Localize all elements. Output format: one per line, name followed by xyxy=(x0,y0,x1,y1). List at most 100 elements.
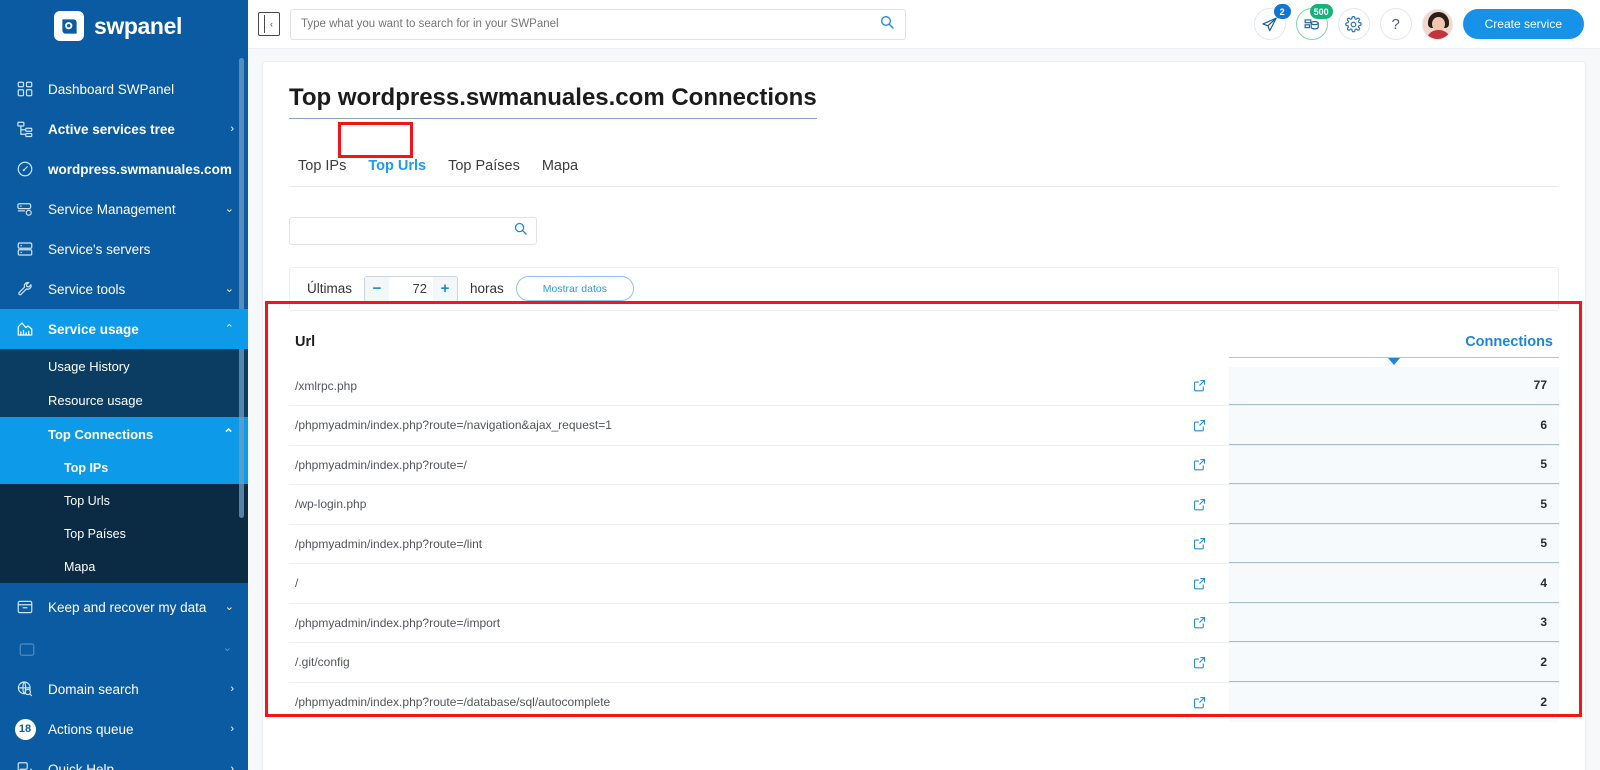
server-stack-icon xyxy=(10,240,40,258)
question-mark-icon: ? xyxy=(1391,15,1400,33)
globe-search-icon xyxy=(10,680,40,698)
sidebar-item-top-ips[interactable]: Top IPs xyxy=(0,451,248,484)
search-input[interactable] xyxy=(301,18,879,30)
cell-connections: 77 xyxy=(1229,366,1559,406)
sidebar-item-label: Quick Help xyxy=(48,761,115,770)
usage-chart-icon xyxy=(10,320,40,338)
sidebar-nav: Dashboard SWPanel Active services tree › xyxy=(0,69,248,770)
sidebar-item-partially-hidden[interactable]: ⌄ xyxy=(0,627,248,669)
tab-top-ips[interactable]: Top IPs xyxy=(289,155,355,177)
gear-icon xyxy=(1345,15,1362,32)
column-header-connections[interactable]: Connections xyxy=(1465,334,1559,350)
sidebar-item-label: Service's servers xyxy=(48,241,151,257)
connections-table: Url Connections /xmlrpc.php 77/phpmyadmin… xyxy=(289,327,1559,723)
external-link-icon[interactable] xyxy=(1169,604,1229,643)
sidebar-item-dashboard[interactable]: Dashboard SWPanel xyxy=(0,69,248,109)
sidebar-item-quick-help[interactable]: Quick Help › xyxy=(0,749,248,770)
table-filter-search[interactable] xyxy=(289,216,537,245)
sidebar-item-keep-recover-data[interactable]: Keep and recover my data ⌄ xyxy=(0,587,248,627)
column-header-url[interactable]: Url xyxy=(289,334,315,350)
avatar-body xyxy=(1425,29,1451,39)
table-body: /xmlrpc.php 77/phpmyadmin/index.php?route… xyxy=(289,366,1559,723)
avatar[interactable] xyxy=(1421,8,1453,40)
queue-badge-icon: 18 xyxy=(10,718,40,740)
wrench-icon xyxy=(10,280,40,298)
sidebar-subnav-top-connections: Top IPs Top Urls Top Países Mapa xyxy=(0,451,248,583)
messages-badge: 2 xyxy=(1273,4,1291,19)
sidebar-item-label: Active services tree xyxy=(48,121,175,137)
external-link-icon[interactable] xyxy=(1169,367,1229,406)
sidebar-item-label: Service tools xyxy=(48,281,126,297)
external-link-icon[interactable] xyxy=(1169,564,1229,603)
tab-top-urls[interactable]: Top Urls xyxy=(359,155,435,177)
sidebar-item-active-services-tree[interactable]: Active services tree › xyxy=(0,109,248,149)
hours-decrement-button[interactable]: − xyxy=(365,276,390,301)
cell-connections: 5 xyxy=(1229,485,1559,524)
sidebar-item-actions-queue[interactable]: 18 Actions queue › xyxy=(0,709,248,749)
external-link-icon[interactable] xyxy=(1169,406,1229,445)
sidebar-item-usage-history[interactable]: Usage History xyxy=(0,349,248,383)
create-service-button[interactable]: Create service xyxy=(1462,9,1584,39)
hours-stepper: − + xyxy=(364,275,459,302)
chevron-up-icon: ⌃ xyxy=(223,426,234,441)
sidebar-item-service-usage[interactable]: Service usage ⌃ xyxy=(0,309,248,349)
settings-button[interactable] xyxy=(1337,8,1370,40)
sidebar-item-service-management[interactable]: Service Management ⌄ xyxy=(0,189,248,229)
sidebar-subitem-label: Mapa xyxy=(64,559,96,574)
sidebar-item-service-tools[interactable]: Service tools ⌄ xyxy=(0,269,248,309)
sidebar-item-label: Service Management xyxy=(48,201,176,217)
hours-input[interactable] xyxy=(389,281,434,297)
external-link-icon[interactable] xyxy=(1169,683,1229,723)
table-row: /.git/config 2 xyxy=(289,643,1559,683)
hours-increment-button[interactable]: + xyxy=(433,276,458,301)
sidebar-subitem-label: Top Connections xyxy=(48,426,154,442)
external-link-icon[interactable] xyxy=(1169,485,1229,524)
global-search[interactable] xyxy=(290,8,906,40)
external-link-icon[interactable] xyxy=(1169,446,1229,485)
chevron-down-icon: ⌄ xyxy=(224,600,234,613)
sidebar-item-domain-search[interactable]: Domain search › xyxy=(0,669,248,709)
sidebar-item-resource-usage[interactable]: Resource usage xyxy=(0,383,248,417)
sidebar-item-label: Service usage xyxy=(48,321,139,337)
sidebar-item-top-urls[interactable]: Top Urls xyxy=(0,484,248,517)
sidebar-item-mapa[interactable]: Mapa xyxy=(0,550,248,583)
cell-connections: 5 xyxy=(1229,524,1559,564)
tab-bar: Top IPs Top Urls Top Países Mapa xyxy=(289,155,1559,187)
show-data-button[interactable]: Mostrar datos xyxy=(515,276,634,302)
connections-card: Top wordpress.swmanuales.com Connections… xyxy=(262,61,1586,770)
search-icon[interactable] xyxy=(513,221,528,241)
sidebar-item-wordpress-swmanuales[interactable]: wordpress.swmanuales.com xyxy=(0,149,248,189)
table-row: /phpmyadmin/index.php?route=/navigation&… xyxy=(289,406,1559,446)
tab-top-paises[interactable]: Top Países xyxy=(439,155,529,177)
chevron-right-icon: › xyxy=(230,722,234,735)
table-row: /phpmyadmin/index.php?route=/import 3 xyxy=(289,603,1559,644)
sidebar-item-top-paises[interactable]: Top Países xyxy=(0,517,248,550)
messages-button[interactable]: 2 xyxy=(1253,4,1291,40)
cell-url: /xmlrpc.php xyxy=(295,378,358,393)
external-link-icon[interactable] xyxy=(1169,525,1229,564)
dashboard-grid-icon xyxy=(10,80,40,98)
sort-line xyxy=(1229,356,1559,367)
credits-badge: 500 xyxy=(1309,4,1333,19)
sidebar-item-services-servers[interactable]: Service's servers xyxy=(0,229,248,269)
external-link-icon[interactable] xyxy=(1169,643,1229,682)
cell-connections: 4 xyxy=(1229,564,1559,603)
range-unit-label: horas xyxy=(470,281,504,297)
filter-search-input[interactable] xyxy=(298,223,513,238)
paper-plane-icon xyxy=(1262,17,1277,31)
sidebar-subitem-label: Top IPs xyxy=(64,460,109,475)
tab-mapa[interactable]: Mapa xyxy=(533,155,587,177)
chevron-right-icon: › xyxy=(230,682,234,695)
sidebar-item-label: wordpress.swmanuales.com xyxy=(48,161,232,177)
help-button[interactable]: ? xyxy=(1379,8,1412,40)
search-icon[interactable] xyxy=(879,14,895,35)
cell-url: /phpmyadmin/index.php?route=/database/sq… xyxy=(295,695,611,710)
sidebar-item-top-connections[interactable]: Top Connections ⌃ xyxy=(0,417,248,451)
cell-connections: 3 xyxy=(1229,603,1559,643)
brand-logo[interactable]: swpanel xyxy=(0,0,248,52)
avatar-face xyxy=(1431,16,1445,31)
sort-descending-icon[interactable] xyxy=(1388,357,1400,365)
chevron-up-icon: ⌃ xyxy=(224,322,234,335)
collapse-sidebar-icon[interactable]: ‹ xyxy=(258,12,280,36)
credits-button[interactable]: 500 xyxy=(1295,4,1333,40)
